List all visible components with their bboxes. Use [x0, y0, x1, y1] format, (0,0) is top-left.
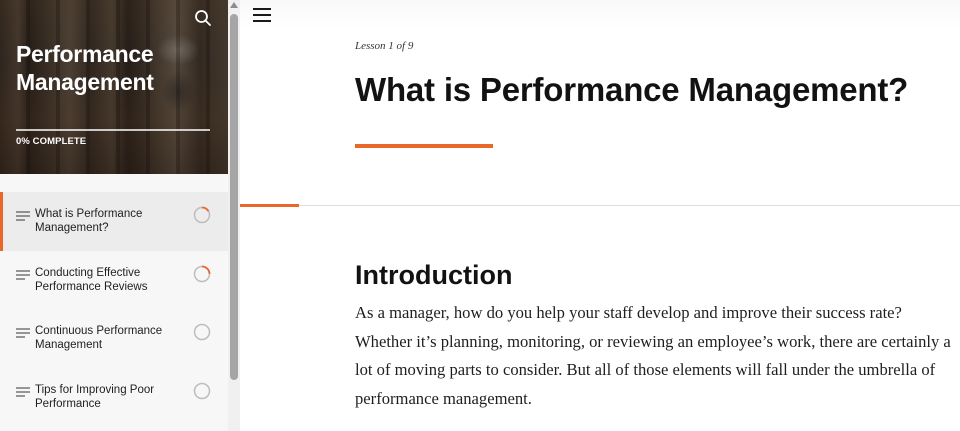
lesson-label: Continuous Performance Management	[35, 325, 163, 351]
progress-ring-empty-icon	[193, 323, 211, 341]
course-progress-label: 0% COMPLETE	[16, 136, 87, 147]
lesson-title: What is Performance Management?	[355, 71, 909, 108]
sidebar-scrollbar[interactable]	[228, 0, 240, 431]
hamburger-menu-icon[interactable]	[253, 7, 271, 23]
lesson-item-conducting-effective-performance-reviews[interactable]: Conducting Effective Performance Reviews	[0, 251, 228, 310]
lesson-item-tips-for-improving-poor-performance[interactable]: Tips for Improving Poor Performance	[0, 368, 228, 427]
lesson-content: Lesson 1 of 9 What is Performance Manage…	[240, 0, 960, 431]
lines-icon	[16, 386, 30, 397]
course-progress-bar	[16, 129, 210, 131]
search-icon[interactable]	[194, 9, 212, 27]
progress-ring-partial-icon	[193, 265, 211, 282]
lesson-label: What is Performance Management?	[35, 208, 143, 234]
course-header: Performance Management 0% COMPLETE	[0, 0, 228, 174]
section-heading: Introduction	[355, 260, 513, 290]
scrollbar-thumb[interactable]	[230, 14, 238, 380]
lesson-scroll-progress	[240, 204, 299, 207]
course-sidebar: Performance Management 0% COMPLETE What …	[0, 0, 240, 431]
lesson-counter: Lesson 1 of 9	[355, 40, 414, 52]
lesson-label: Tips for Improving Poor Performance	[35, 383, 155, 410]
top-bar	[240, 0, 960, 30]
section-body-text: As a manager, how do you help your staff…	[355, 303, 951, 408]
triangle-up-icon[interactable]	[230, 2, 238, 8]
lesson-label: Conducting Effective Performance Reviews	[35, 266, 148, 293]
header-divider	[240, 205, 960, 206]
lesson-item-continuous-performance-management[interactable]: Continuous Performance Management	[0, 309, 228, 368]
lines-icon	[16, 211, 30, 221]
progress-ring-partial-icon	[193, 206, 211, 224]
progress-ring-empty-icon	[193, 382, 211, 399]
lines-icon	[16, 269, 30, 280]
title-accent-bar	[355, 144, 493, 148]
lines-icon	[16, 328, 30, 338]
course-title: Performance Management	[16, 41, 154, 95]
lesson-list: What is Performance Management? Conducti…	[0, 192, 228, 426]
lesson-item-what-is-performance-management[interactable]: What is Performance Management?	[0, 192, 228, 251]
